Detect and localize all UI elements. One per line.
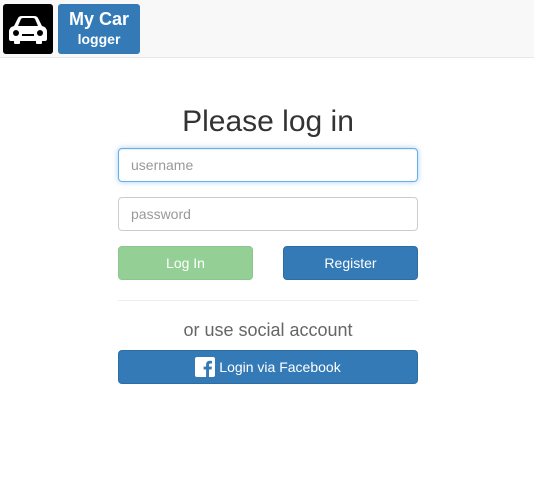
facebook-icon bbox=[195, 357, 216, 377]
facebook-login-button[interactable]: Login via Facebook bbox=[118, 350, 418, 384]
brand-button[interactable]: My Car logger bbox=[58, 4, 140, 54]
page-title: Please log in bbox=[182, 105, 354, 138]
username-input[interactable] bbox=[118, 148, 418, 182]
divider bbox=[118, 300, 418, 301]
logo[interactable] bbox=[3, 4, 53, 54]
car-icon bbox=[9, 16, 47, 44]
register-button[interactable]: Register bbox=[283, 246, 418, 280]
navbar: My Car logger bbox=[0, 0, 534, 58]
brand-subtitle: logger bbox=[77, 31, 121, 47]
login-button[interactable]: Log In bbox=[118, 246, 253, 280]
password-input[interactable] bbox=[118, 197, 418, 231]
social-login-text: or use social account bbox=[183, 320, 353, 340]
brand-title: My Car bbox=[68, 9, 130, 29]
facebook-login-label: Login via Facebook bbox=[219, 359, 341, 375]
